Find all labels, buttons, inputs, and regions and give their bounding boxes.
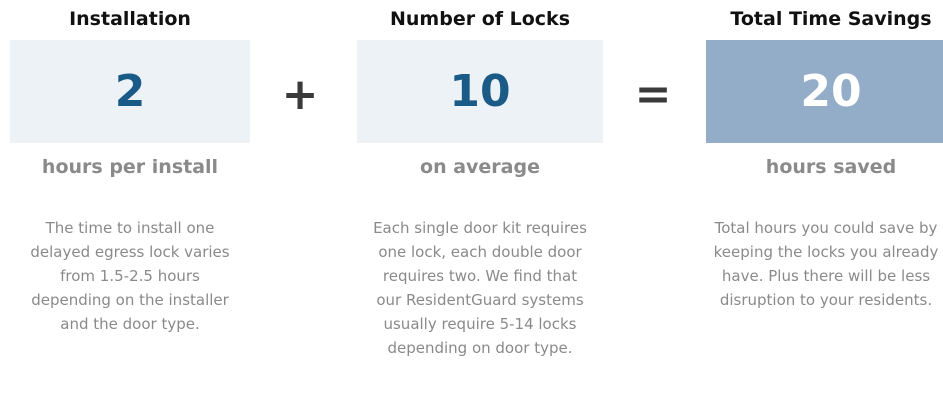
- installation-value: 2: [114, 65, 146, 117]
- installation-unit: hours per install: [41, 156, 219, 178]
- equals-operator: =: [634, 69, 672, 120]
- total-heading: Total Time Savings: [730, 8, 932, 30]
- locks-unit: on average: [420, 156, 540, 178]
- installation-value-box: 2: [10, 40, 250, 143]
- total-value-box: 20: [706, 40, 943, 143]
- total-value: 20: [800, 65, 862, 117]
- locks-heading: Number of Locks: [390, 8, 570, 30]
- locks-description: Each single door kit requires one lock, …: [373, 219, 587, 357]
- installation-heading: Installation: [69, 8, 191, 30]
- plus-operator: +: [281, 69, 319, 120]
- total-description: Total hours you could save by keeping th…: [713, 219, 939, 309]
- total-unit: hours saved: [765, 156, 897, 178]
- locks-value-box: 10: [357, 40, 603, 143]
- installation-description: The time to install one delayed egress l…: [30, 219, 230, 333]
- locks-value: 10: [449, 65, 511, 117]
